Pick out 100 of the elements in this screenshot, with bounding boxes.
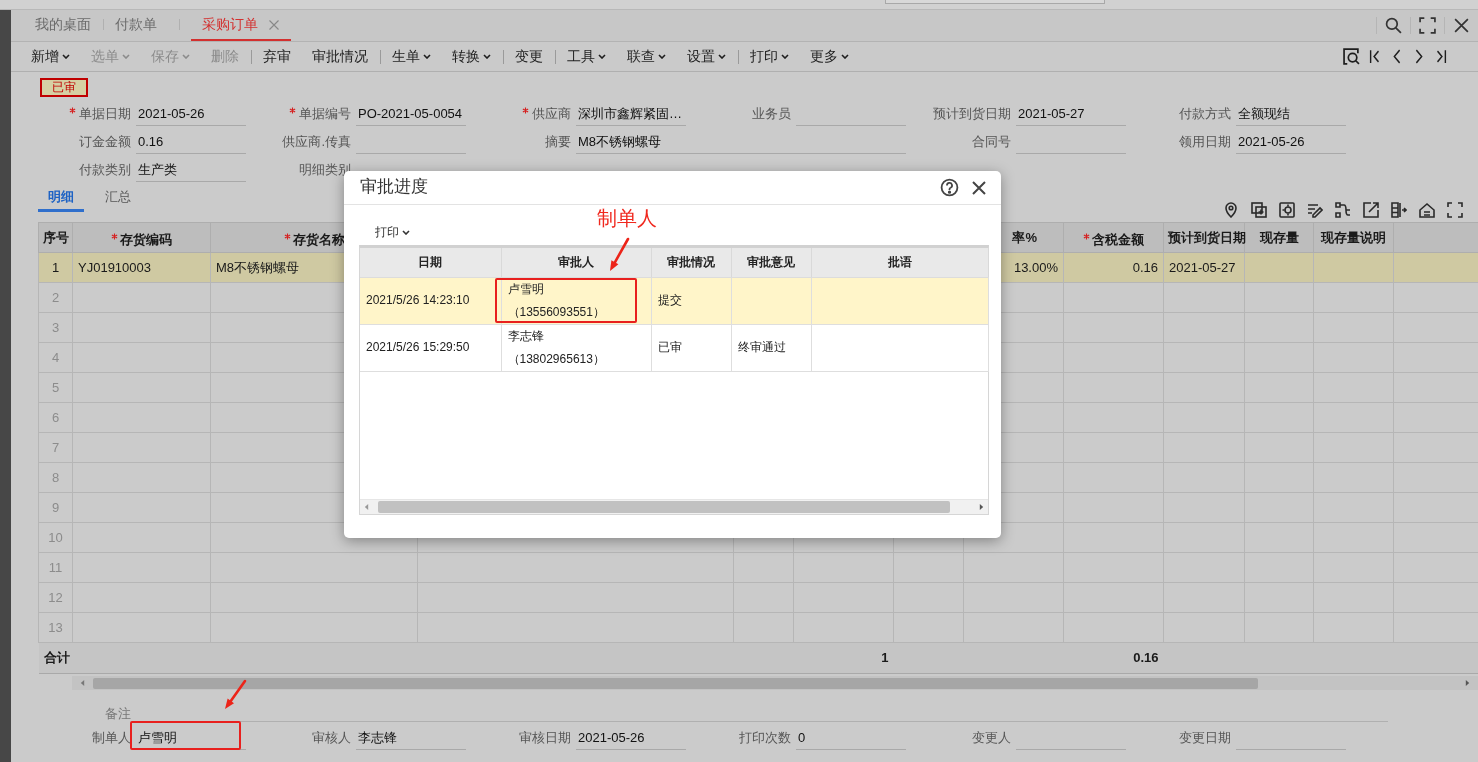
input-field[interactable] <box>885 0 1105 4</box>
table-row[interactable]: 2021/5/26 14:23:10 卢雪明（13556093551） 提交 <box>360 277 988 324</box>
field-label: 备注 <box>105 706 131 722</box>
column-header[interactable]: 审批情况 <box>651 248 731 277</box>
scroll-right-icon[interactable] <box>979 503 984 511</box>
text-field[interactable]: 2021-05-26 <box>1236 130 1346 154</box>
field-label: 单据日期 <box>79 106 131 122</box>
table-row[interactable]: 2021/5/26 15:29:50 李志锋（13802965613） 已审 终审通过 <box>360 324 988 371</box>
field-label: 打印次数 <box>739 730 791 746</box>
table-cell: 李志锋（13802965613） <box>501 324 651 371</box>
row-number: 10 <box>38 522 73 553</box>
column-header[interactable]: 率% <box>1012 229 1037 246</box>
field-label: 供应商.传真 <box>282 134 351 150</box>
field-label: 付款方式 <box>1179 106 1231 122</box>
row-number: 13 <box>38 612 73 643</box>
row-number: 6 <box>38 402 73 433</box>
annotation-label: 制单人 <box>597 206 657 230</box>
total-value: 1 <box>793 642 894 674</box>
toolbar-button[interactable]: 设置 <box>687 48 726 65</box>
text-field[interactable]: 卢雪明 <box>136 726 246 750</box>
field-label: 订金金额 <box>79 134 131 150</box>
crosshair-square-icon[interactable] <box>1279 202 1295 218</box>
edit-list-icon[interactable] <box>1307 202 1323 218</box>
fullscreen-icon[interactable] <box>1419 17 1436 34</box>
text-field[interactable]: 2021-05-26 <box>136 102 246 126</box>
search-icon[interactable] <box>1385 17 1402 34</box>
text-field[interactable]: M8不锈钢螺母 <box>576 130 906 154</box>
fullscreen-icon[interactable] <box>1447 202 1463 218</box>
tab[interactable]: 明细 <box>38 184 84 212</box>
field-label: 预计到货日期 <box>933 106 1011 122</box>
column-header[interactable]: 日期 <box>360 248 501 277</box>
field-label: 审核日期 <box>519 730 571 746</box>
help-icon[interactable] <box>940 178 959 197</box>
scrollbar-track[interactable] <box>360 499 988 514</box>
field-label: 变更日期 <box>1179 730 1231 746</box>
row-number: 12 <box>38 582 73 613</box>
table-cell: 已审 <box>651 324 731 371</box>
toolbar-button[interactable]: 打印 <box>750 48 789 65</box>
tab[interactable]: 汇总 <box>95 184 141 212</box>
toolbar-button[interactable]: 转换 <box>452 48 491 65</box>
column-header[interactable]: 审批人 <box>501 248 651 277</box>
field-label: 摘要 <box>545 134 571 150</box>
field-label: 变更人 <box>972 730 1011 746</box>
field-label: 业务员 <box>752 106 791 122</box>
field-label: 合同号 <box>972 134 1011 150</box>
text-field[interactable]: 0.16 <box>136 130 246 154</box>
close-icon[interactable] <box>971 179 987 196</box>
house-icon[interactable] <box>1419 202 1435 218</box>
text-field[interactable]: PO-2021-05-0054 <box>356 102 466 126</box>
add-column-icon[interactable] <box>1251 202 1267 218</box>
row-number: 7 <box>38 432 73 463</box>
row-number: 9 <box>38 492 73 523</box>
table-cell: 2021-05-27 <box>1163 252 1245 283</box>
scrollbar-thumb[interactable] <box>378 501 950 513</box>
first-page-icon[interactable] <box>1368 48 1382 65</box>
field-label: 供应商 <box>532 106 571 122</box>
table-cell: 0.16 <box>1063 252 1164 283</box>
text-field[interactable]: 2021-05-27 <box>1016 102 1126 126</box>
table-cell: 2021/5/26 14:23:10 <box>360 277 501 324</box>
total-label: 合计 <box>38 642 73 674</box>
scrollbar-thumb[interactable] <box>93 677 1258 689</box>
dialog-title: 审批进度 <box>360 177 428 198</box>
row-number: 2 <box>38 282 73 313</box>
toolbar-button[interactable]: 生单 <box>392 48 431 65</box>
location-pin-icon[interactable] <box>1223 202 1239 218</box>
column-header[interactable]: 审批意见 <box>731 248 811 277</box>
toolbar-button[interactable]: 变更 <box>515 48 543 65</box>
toolbar-button[interactable]: 审批情况 <box>312 48 368 65</box>
scroll-left-icon[interactable] <box>80 679 85 687</box>
field-label: 审核人 <box>312 730 351 746</box>
toolbar-button[interactable]: 工具 <box>567 48 606 65</box>
nodes-icon[interactable] <box>1335 202 1351 218</box>
total-value: 0.16 <box>1063 642 1164 674</box>
text-field[interactable]: 李志锋 <box>356 726 466 750</box>
document-search-icon[interactable] <box>1343 48 1360 65</box>
toolbar-button[interactable]: 联查 <box>627 48 666 65</box>
text-field[interactable]: 全额现结 <box>1236 102 1346 126</box>
row-number: 1 <box>38 252 73 283</box>
text-field[interactable]: 生产类 <box>136 158 246 182</box>
table-cell: 2021/5/26 15:29:50 <box>360 324 501 371</box>
text-field[interactable]: 0 <box>796 726 906 750</box>
field-label: 领用日期 <box>1179 134 1231 150</box>
scroll-right-icon[interactable] <box>1465 679 1470 687</box>
scrollbar-track[interactable] <box>72 676 1478 690</box>
column-header[interactable]: 批语 <box>811 248 988 277</box>
text-field[interactable]: 深圳市鑫辉紧固… <box>576 102 686 126</box>
column-header[interactable]: 存货名称 <box>292 231 345 248</box>
dropdown-button[interactable]: 打印 <box>375 224 410 240</box>
table-cell: 终审通过 <box>731 324 811 371</box>
last-page-icon[interactable] <box>1434 48 1448 65</box>
text-field[interactable]: 2021-05-26 <box>576 726 686 750</box>
table-cell: 提交 <box>651 277 731 324</box>
toolbar-button[interactable]: 新增 <box>31 48 70 65</box>
toolbar-button[interactable]: 弃审 <box>263 48 291 65</box>
status-badge: 已审 <box>40 78 88 97</box>
row-number: 4 <box>38 342 73 373</box>
columns-arrow-icon[interactable] <box>1391 202 1407 218</box>
toolbar-button[interactable]: 更多 <box>810 48 849 65</box>
export-icon[interactable] <box>1363 202 1379 218</box>
close-icon[interactable] <box>1453 17 1470 34</box>
